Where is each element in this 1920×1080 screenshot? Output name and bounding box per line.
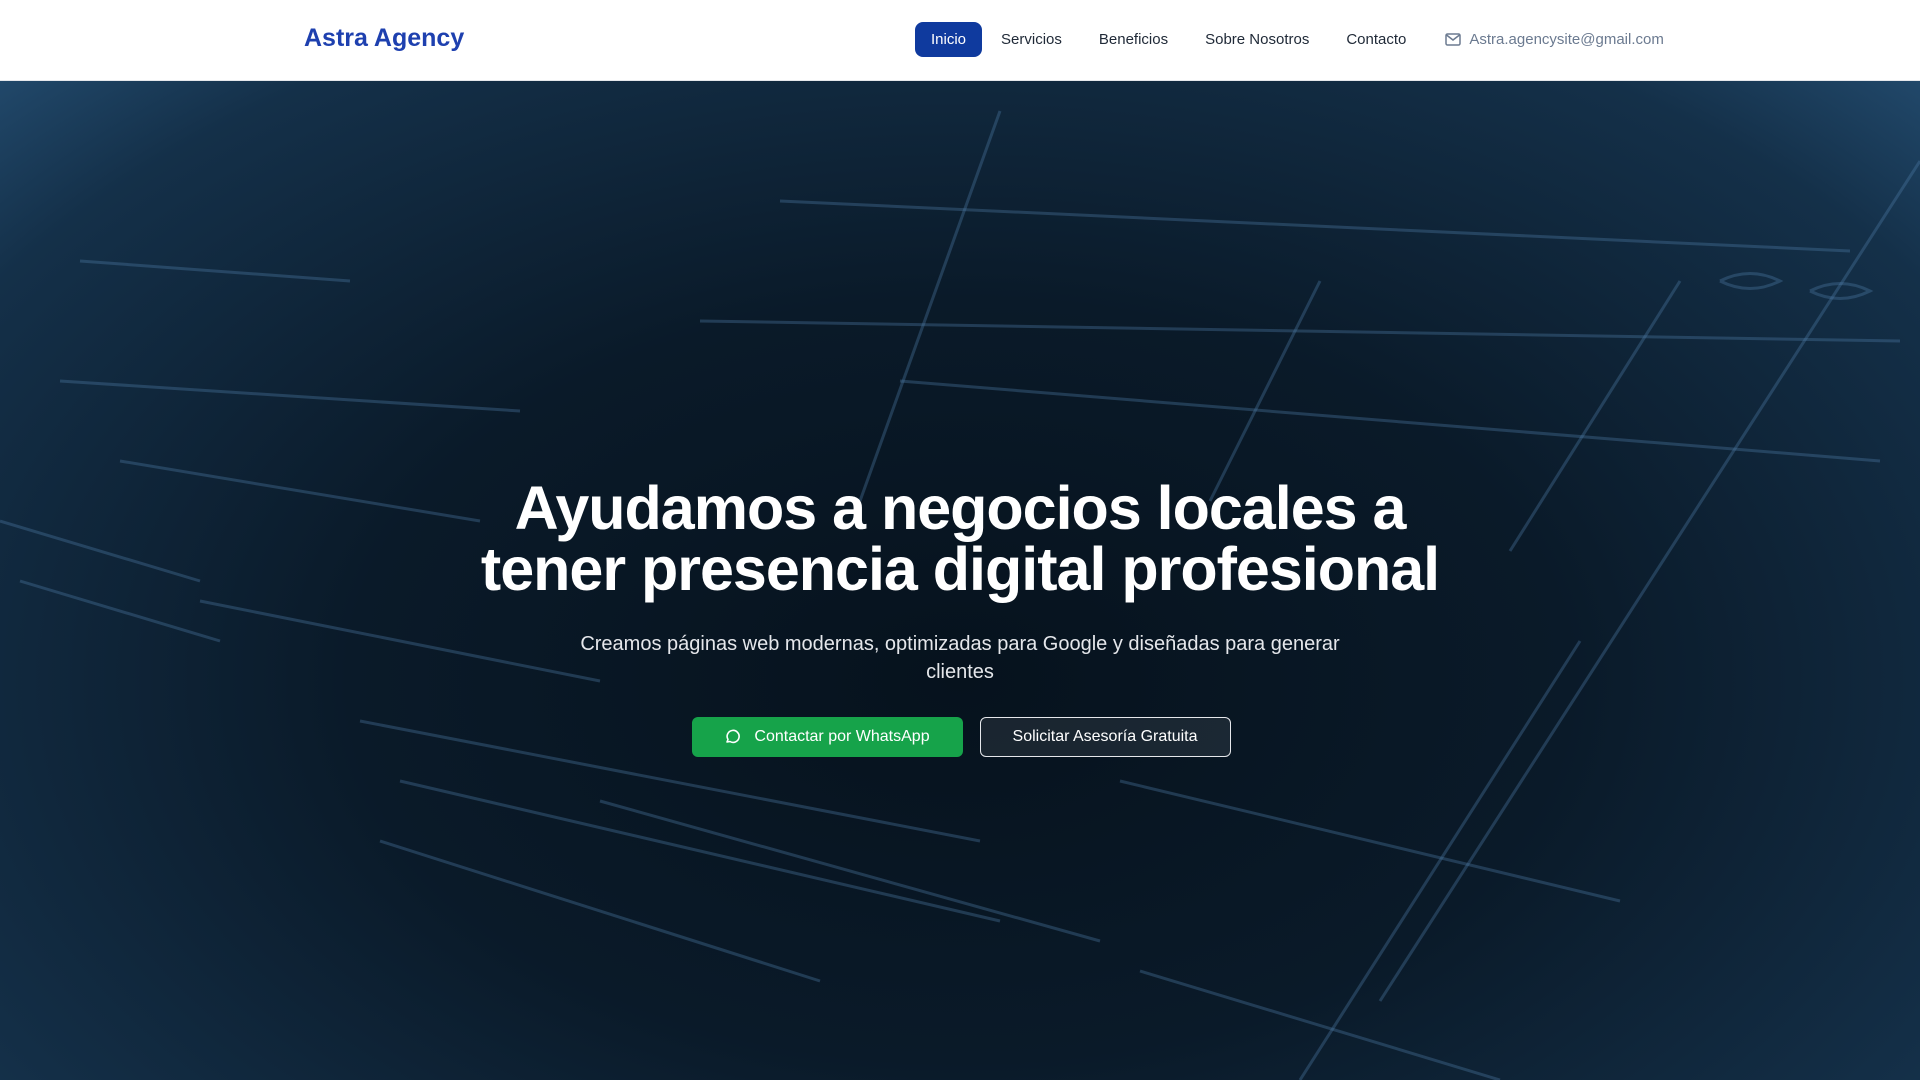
hero-subtitle: Creamos páginas web modernas, optimizada… (580, 633, 1340, 683)
nav-beneficios[interactable]: Beneficios (1081, 22, 1186, 57)
main-nav: Inicio Servicios Beneficios Sobre Nosotr… (915, 22, 1664, 57)
hero-section: Ayudamos a negocios locales a tener prese… (0, 81, 1920, 1080)
whatsapp-button[interactable]: Contactar por WhatsApp (691, 717, 963, 757)
nav-inicio[interactable]: Inicio (915, 22, 983, 57)
chat-bubble-icon (726, 729, 741, 744)
nav-sobre-nosotros[interactable]: Sobre Nosotros (1187, 22, 1327, 57)
logo[interactable]: Astra Agency (304, 24, 464, 53)
nav-servicios[interactable]: Servicios (983, 22, 1080, 57)
hero-title: Ayudamos a negocios locales a tener prese… (0, 478, 1920, 600)
whatsapp-button-label: Contactar por WhatsApp (754, 728, 930, 745)
mail-icon (1445, 33, 1462, 46)
site-header: Astra Agency Inicio Servicios Beneficios… (0, 0, 1920, 81)
hero-title-line-2: tener presencia digital profesional (480, 535, 1440, 603)
free-consultation-button[interactable]: Solicitar Asesoría Gratuita (979, 717, 1231, 757)
hero-actions: Contactar por WhatsApp Solicitar Asesorí… (0, 717, 1920, 757)
email-link[interactable]: Astra.agencysite@gmail.com (1445, 31, 1664, 48)
hero-title-line-1: Ayudamos a negocios locales a (514, 474, 1407, 542)
consultation-button-label: Solicitar Asesoría Gratuita (1012, 728, 1198, 745)
email-text: Astra.agencysite@gmail.com (1469, 31, 1664, 48)
nav-contacto[interactable]: Contacto (1328, 22, 1424, 57)
